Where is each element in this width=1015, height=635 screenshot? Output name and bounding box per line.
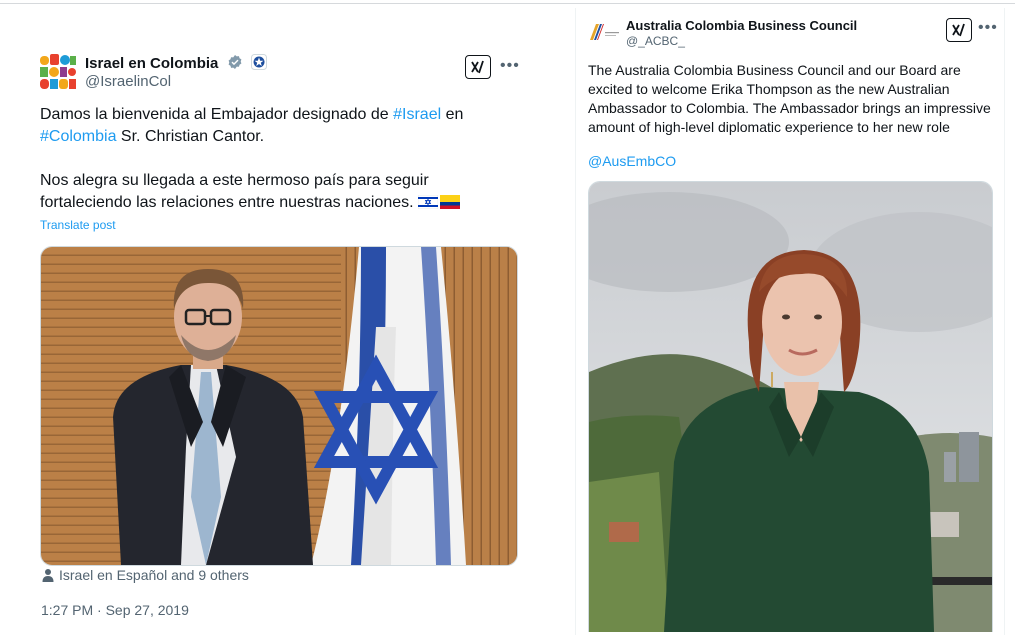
tweet-text: The Australia Colombia Business Council … <box>588 62 991 135</box>
grok-icon[interactable] <box>946 18 972 42</box>
author-handle[interactable]: @IsraelinCol <box>85 73 171 90</box>
avatar[interactable] <box>40 54 76 90</box>
verified-badge-icon <box>227 54 243 74</box>
tweet-card-acbc[interactable]: Australia Colombia Business Council @_AC… <box>575 8 1005 635</box>
top-divider <box>0 3 1015 4</box>
avatar[interactable] <box>588 22 620 42</box>
grok-icon[interactable] <box>465 55 491 79</box>
colombia-flag-icon <box>440 194 461 216</box>
timestamp[interactable]: 1:27 PM · Sep 27, 2019 <box>41 602 189 618</box>
text-part: Nos alegra su llegada a este hermoso paí… <box>40 172 429 211</box>
author-name[interactable]: Israel en Colombia <box>85 54 267 74</box>
text-part: Damos la bienvenida al Embajador designa… <box>40 106 394 123</box>
person-icon <box>42 569 54 582</box>
tagged-text[interactable]: Israel en Español and 9 others <box>59 567 249 583</box>
more-options-icon[interactable]: ••• <box>500 58 520 74</box>
display-name[interactable]: Israel en Colombia <box>85 55 218 72</box>
tweet-photo[interactable] <box>40 246 518 566</box>
mention-link[interactable]: @AusEmbCO <box>588 153 676 169</box>
hashtag-israel[interactable]: #Israel <box>393 106 441 123</box>
author-name[interactable]: Australia Colombia Business Council <box>626 18 857 33</box>
tweet-text: Damos la bienvenida al Embajador designa… <box>40 104 520 216</box>
tweet-photo[interactable] <box>588 181 993 632</box>
tagged-people[interactable]: Israel en Español and 9 others <box>41 567 249 583</box>
hashtag-colombia[interactable]: #Colombia <box>40 128 116 145</box>
tweet-card-israel[interactable]: Israel en Colombia @IsraelinCol ••• Damo… <box>25 40 533 635</box>
translate-post-link[interactable]: Translate post <box>40 218 116 232</box>
text-part: Sr. Christian Cantor. <box>116 128 265 145</box>
israel-flag-icon <box>417 194 439 216</box>
more-options-icon[interactable]: ••• <box>978 20 998 36</box>
text-part: en <box>441 106 464 123</box>
affiliate-badge-icon <box>250 54 267 74</box>
author-handle[interactable]: @_ACBC_ <box>626 34 685 48</box>
